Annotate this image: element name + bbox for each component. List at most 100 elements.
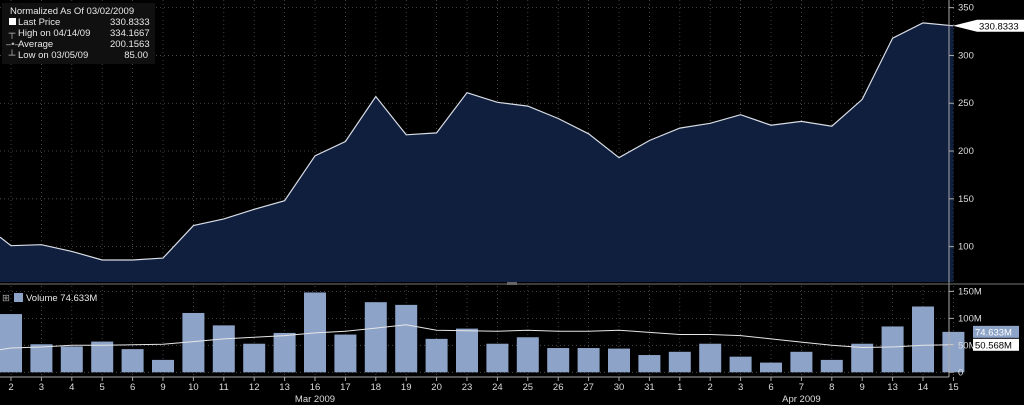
volume-bar [486,343,509,373]
volume-bar [577,348,600,373]
price-tick-label: 300 [958,50,974,61]
month-label: Apr 2009 [782,394,821,405]
volume-bar [152,359,174,373]
x-tick-label: 10 [188,382,199,393]
volume-bar [212,325,235,373]
volume-bar [30,344,53,373]
month-label: Mar 2009 [295,394,335,405]
x-tick-label: 24 [492,382,503,393]
collapse-icon[interactable]: ⊞ [2,293,10,304]
volume-bar [60,346,83,373]
volume-bar [608,348,630,373]
legend-value: 330.8333 [110,17,150,28]
x-tick-label: 8 [829,382,834,393]
volume-bar [638,355,661,373]
volume-bar [516,337,539,373]
legend-row-last: Last Price 330.8333 [6,17,150,28]
x-tick-label: 11 [219,382,229,393]
x-tick-label: 16 [310,382,321,393]
x-tick-label: 9 [160,382,165,393]
x-tick-label: 27 [583,382,594,393]
volume-bar [912,306,934,373]
volume-bar [456,328,478,373]
x-tick-label: 2 [708,382,713,393]
x-tick-label: 26 [553,382,564,393]
volume-bar [91,341,114,373]
legend-title: Normalized As Of 03/02/2009 [10,6,135,17]
price-tick-label: 150 [958,194,974,205]
volume-bar [942,331,965,373]
volume-bar [273,332,296,373]
x-tick-label: 19 [401,382,412,393]
average-marker-icon: –•– [6,39,20,50]
volume-bar [364,302,387,373]
x-tick-label: 12 [249,382,260,393]
last-price-label: 330.8333 [979,21,1019,32]
volume-bar [425,338,448,373]
price-tick-label: 350 [958,3,974,14]
price-tick-label: 200 [958,146,974,157]
volume-bar [121,349,144,373]
volume-legend: ⊞ Volume 74.633M [2,293,97,304]
volume-bars [0,292,965,373]
x-tick-label: 5 [100,382,105,393]
volume-swatch-icon [13,293,23,302]
legend-value: 85.00 [124,50,148,61]
volume-bar [851,343,874,373]
x-tick-label: 3 [738,382,743,393]
x-tick-label: 9 [860,382,865,393]
legend-row-average: –•– Average 200.1563 [6,39,150,50]
x-tick-label: 31 [644,382,655,393]
x-tick-label: 20 [431,382,442,393]
x-tick-label: 15 [948,382,959,393]
volume-tick-label: 150M [958,286,982,297]
volume-tick-label: 0 [958,367,963,378]
volume-bar [699,343,722,373]
x-tick-label: 23 [462,382,473,393]
x-tick-label: 1 [677,382,682,393]
legend-label: Low on 03/05/09 [18,50,89,61]
price-legend: Normalized As Of 03/02/2009 Last Price 3… [2,3,155,64]
x-tick-label: 6 [130,382,135,393]
legend-row-high: ┬ High on 04/14/09 334.1667 [6,28,150,39]
volume-bar [668,351,691,373]
x-tick-label: 25 [523,382,534,393]
volume-bar [820,359,843,373]
legend-label: High on 04/14/09 [18,28,91,39]
volume-bar [395,304,418,373]
panel-resize-handle [507,282,517,285]
volume-legend-label: Volume [25,293,58,304]
volume-bar [881,326,904,373]
legend-value: 200.1563 [110,39,150,50]
square-marker-icon [6,17,18,28]
x-tick-label: 2 [8,382,13,393]
x-tick-label: 3 [39,382,44,393]
x-tick-label: 6 [768,382,773,393]
x-tick-label: 17 [340,382,351,393]
high-marker-icon: ┬ [8,28,16,39]
volume-bar [760,362,782,373]
volume-tick-label: 100M [958,313,982,324]
volume-tick-label: 50M [958,340,977,351]
x-tick-label: 4 [69,382,74,393]
volume-bar [0,314,22,373]
x-tick-label: 7 [799,382,804,393]
x-tick-label: 13 [279,382,290,393]
volume-bar [243,343,266,373]
legend-label: Last Price [18,17,61,28]
volume-bar [334,334,357,373]
volume-bar [790,351,813,373]
low-marker-icon: ┴ [8,50,16,61]
legend-value: 334.1667 [110,28,150,39]
volume-legend-value: 74.633M [60,293,98,304]
volume-bar [729,356,752,373]
volume-value-label: 74.633M [975,327,1012,338]
legend-label: Average [18,39,54,50]
volume-average-label: 50.568M [975,340,1012,351]
legend-row-low: ┴ Low on 03/05/09 85.00 [6,50,150,61]
price-tick-label: 250 [958,98,974,109]
x-tick-label: 14 [918,382,929,393]
volume-bar [547,348,570,373]
price-tick-label: 100 [958,242,974,253]
x-tick-label: 18 [371,382,382,393]
